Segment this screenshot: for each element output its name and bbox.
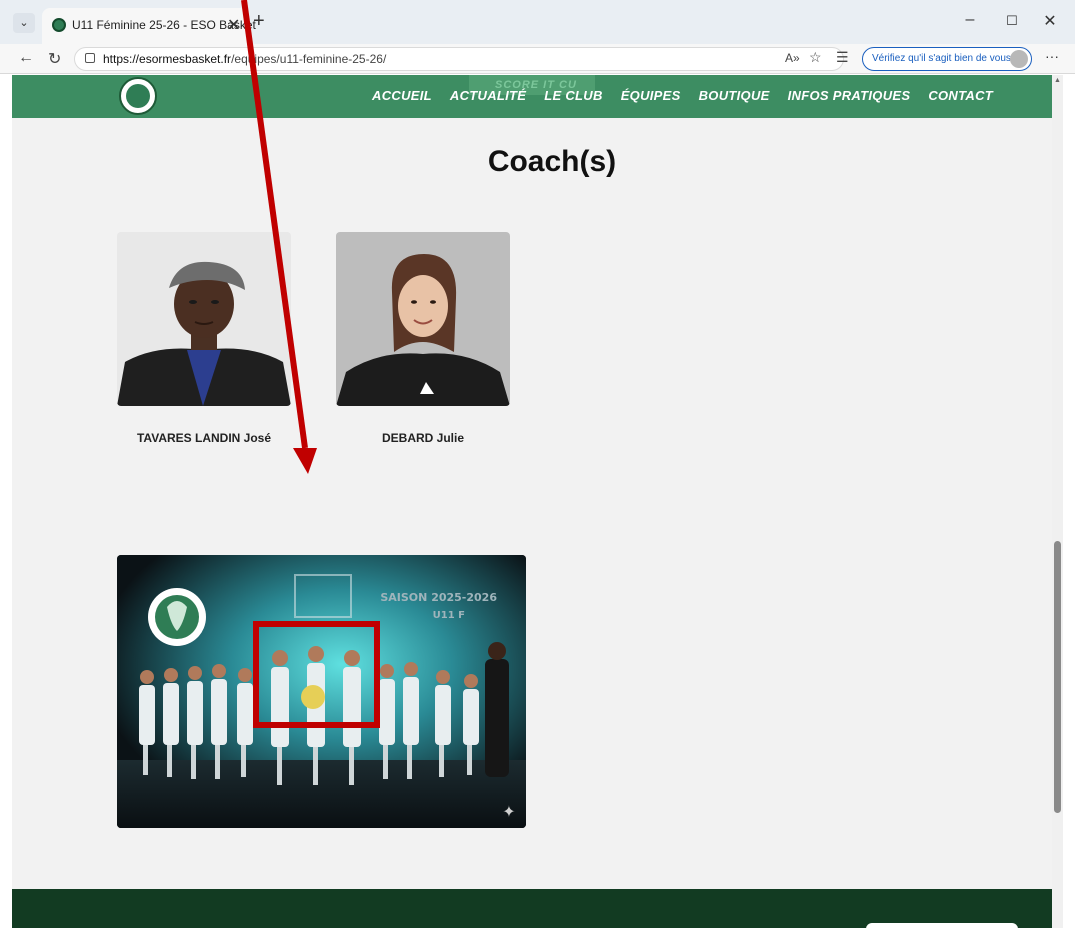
scroll-up-arrow-icon[interactable]: ▲ — [1054, 77, 1061, 84]
browser-window: ⌄ U11 Féminine 25-26 - ESO Basket ✕ + – … — [0, 0, 1075, 928]
url-field[interactable]: https://esormesbasket.fr/equipes/u11-fem… — [74, 47, 844, 71]
site-navbar: SCORE IT CU ACCUEIL ACTUALITÉ LE CLUB ÉQ… — [12, 75, 1052, 118]
tab-close-icon[interactable]: ✕ — [227, 15, 240, 35]
coach-photo-1[interactable] — [117, 232, 291, 406]
site-footer — [12, 889, 1052, 928]
season-text: SAISON 2025-2026 — [380, 591, 497, 604]
menu-item-equipes[interactable]: ÉQUIPES — [621, 88, 681, 103]
tab-actions-chevron-icon[interactable]: ⌄ — [13, 13, 35, 33]
tab-active[interactable]: U11 Féminine 25-26 - ESO Basket ✕ — [42, 8, 256, 44]
url-text[interactable]: https://esormesbasket.fr/equipes/u11-fem… — [103, 52, 386, 66]
menu-item-boutique[interactable]: BOUTIQUE — [699, 88, 770, 103]
category-text: U11 F — [433, 610, 465, 621]
coach-portrait-1 — [117, 232, 291, 406]
maximize-button[interactable]: ☐ — [1002, 13, 1022, 29]
back-arrow-icon[interactable]: ← — [18, 49, 34, 67]
menu-item-contact[interactable]: CONTACT — [928, 88, 993, 103]
url-path: /equipes/u11-feminine-25-26/ — [231, 52, 387, 66]
tab-bar: ⌄ U11 Féminine 25-26 - ESO Basket ✕ + – … — [0, 0, 1075, 44]
profile-avatar-icon — [1010, 50, 1028, 68]
sparkle-icon: ✦ — [502, 802, 515, 821]
menu-item-accueil[interactable]: ACCUEIL — [372, 88, 432, 103]
close-window-button[interactable]: ✕ — [1040, 11, 1060, 31]
favorite-star-icon[interactable]: ☆ — [809, 49, 822, 66]
favicon-icon — [52, 18, 66, 32]
page-scrollbar[interactable]: ▲ — [1052, 75, 1063, 928]
favorites-list-icon[interactable]: ☰ — [836, 49, 849, 66]
scrollbar-thumb[interactable] — [1054, 541, 1061, 813]
page-heading: Coach(s) — [487, 145, 617, 178]
refresh-icon[interactable]: ↻ — [48, 49, 61, 69]
menu-item-le-club[interactable]: LE CLUB — [544, 88, 602, 103]
coach-name-1: TAVARES LANDIN José — [136, 431, 271, 445]
coach-name-2: DEBARD Julie — [381, 431, 464, 445]
address-bar: ← ↻ https://esormesbasket.fr/equipes/u11… — [0, 44, 1075, 74]
new-tab-button[interactable]: + — [253, 10, 265, 33]
footer-button[interactable] — [866, 923, 1018, 928]
main-menu: ACCUEIL ACTUALITÉ LE CLUB ÉQUIPES BOUTIQ… — [372, 88, 993, 103]
menu-item-infos-pratiques[interactable]: INFOS PRATIQUES — [788, 88, 911, 103]
verify-label: Vérifiez qu'il s'agit bien de vous — [872, 53, 1011, 64]
team-photo-image: SAISON 2025-2026 U11 F ✦ — [117, 555, 526, 828]
coach-photo-2[interactable] — [336, 232, 510, 406]
profile-verify-button[interactable]: Vérifiez qu'il s'agit bien de vous — [862, 47, 1032, 71]
team-photo[interactable]: SAISON 2025-2026 U11 F ✦ — [117, 555, 526, 828]
coach-portrait-2 — [336, 232, 510, 406]
minimize-button[interactable]: – — [960, 11, 980, 29]
menu-item-actualite[interactable]: ACTUALITÉ — [450, 88, 526, 103]
lock-icon[interactable] — [85, 53, 95, 63]
read-aloud-icon[interactable]: A» — [785, 51, 800, 65]
logo-emblem-icon — [126, 84, 150, 108]
url-host: https://esormesbasket.fr — [103, 52, 232, 66]
club-logo[interactable] — [119, 77, 157, 115]
more-options-icon[interactable]: ··· — [1045, 48, 1059, 64]
web-page: SCORE IT CU ACCUEIL ACTUALITÉ LE CLUB ÉQ… — [12, 75, 1052, 928]
